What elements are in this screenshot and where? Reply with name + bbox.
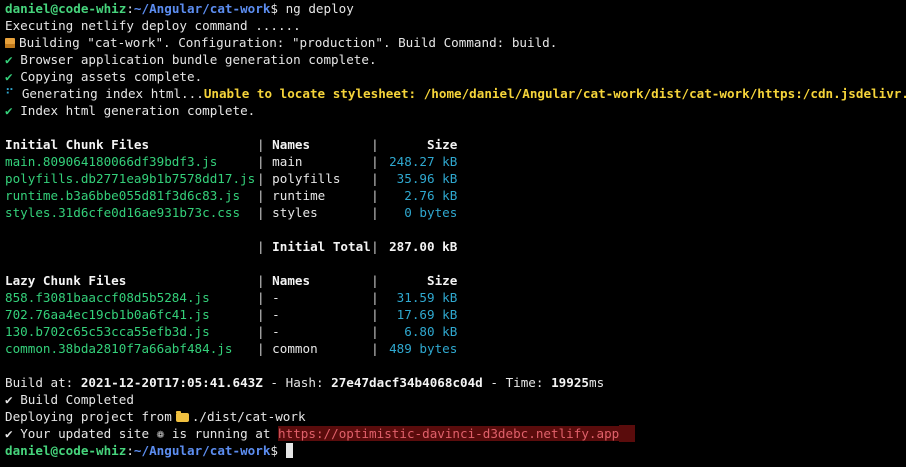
site-mid: is running at xyxy=(171,426,271,441)
prompt-symbol: $ xyxy=(270,443,278,458)
deploying-prefix: Deploying project from xyxy=(5,409,172,424)
initial-total-row: | Initial Total| 287.00 kB xyxy=(257,239,458,254)
table-row: polyfills.db2771ea9b1b7578dd17.js | polyf… xyxy=(5,171,458,186)
chunk-name: runtime xyxy=(272,188,326,203)
chunk-name: - xyxy=(272,290,280,305)
check-icon: ✔ xyxy=(5,69,13,84)
check-icon: ✔ xyxy=(5,52,13,67)
log-assets-text: Copying assets complete. xyxy=(20,69,203,84)
text-cursor xyxy=(285,443,293,458)
log-bundle-text: Browser application bundle generation co… xyxy=(20,52,377,67)
site-url-link[interactable]: https://optimistic-davinci-d3debc.netlif… xyxy=(278,426,620,441)
prompt-user-host: daniel@code-whiz xyxy=(5,1,127,16)
chunk-size: 35.96 kB xyxy=(396,171,458,186)
time-value: 19925 xyxy=(551,375,589,390)
chunk-size: 17.69 kB xyxy=(396,307,458,322)
table-row: common.38bda2810f7a66abf484.js | common | … xyxy=(5,341,458,356)
build-info-line: Build at: 2021-12-20T17:05:41.643Z - Has… xyxy=(5,375,605,390)
hash-label: Hash: xyxy=(285,375,324,390)
chunk-file: runtime.b3a6bbe055d81f3d6c83.js xyxy=(5,188,241,203)
prompt-user-host: daniel@code-whiz xyxy=(5,443,127,458)
header-names: Names xyxy=(272,137,311,152)
table-row: styles.31d6cfe0d16ae931b73c.css | styles |… xyxy=(5,205,458,220)
log-index-text: Index html generation complete. xyxy=(20,103,256,118)
table-row: 702.76aa4ec19cb1b0a6fc41.js | - | 17.69 kB xyxy=(5,307,458,322)
log-assets: ✔ Copying assets complete. xyxy=(5,68,906,85)
prompt-path: ~/Angular/cat-work xyxy=(133,1,271,16)
warning-text: Unable to locate stylesheet: /home/danie… xyxy=(203,86,906,101)
table-row: 130.b702c65c53cca55efb3d.js | - | 6.80 kB xyxy=(5,324,458,339)
chunk-name: styles xyxy=(272,205,318,220)
chunk-name: polyfills xyxy=(272,171,341,186)
chunk-file: common.38bda2810f7a66abf484.js xyxy=(5,341,233,356)
spinner-icon: ⠋ xyxy=(5,86,15,101)
table-row: main.809064180066df39bdf3.js | main | 248.… xyxy=(5,154,458,169)
build-at-value: 2021-12-20T17:05:41.643Z xyxy=(80,375,263,390)
initial-total-label: Initial Total xyxy=(272,239,371,254)
package-icon xyxy=(5,38,15,48)
check-icon: ✔ xyxy=(5,426,13,441)
chunk-file: polyfills.db2771ea9b1b7578dd17.js xyxy=(5,171,256,186)
prompt-symbol: $ xyxy=(270,1,278,16)
log-generating-text: Generating index html... xyxy=(21,86,204,101)
chunk-file: 858.f3081baaccf08d5b5284.js xyxy=(5,290,210,305)
command-text: ng deploy xyxy=(285,1,354,16)
chunk-size: 31.59 kB xyxy=(396,290,458,305)
initial-total-value: 287.00 kB xyxy=(389,239,458,254)
log-executing: Executing netlify deploy command ...... xyxy=(5,18,301,33)
chunk-size: 6.80 kB xyxy=(404,324,458,339)
site-line: ✔ Your updated site ❁ is running at http… xyxy=(5,425,906,442)
prompt-path: ~/Angular/cat-work xyxy=(133,443,271,458)
chunk-file: main.809064180066df39bdf3.js xyxy=(5,154,218,169)
final-prompt-line[interactable]: daniel@code-whiz:~/Angular/cat-work$ xyxy=(5,442,906,459)
chunk-name: - xyxy=(272,307,280,322)
header-names: Names xyxy=(272,273,311,288)
build-completed: ✔ Build Completed xyxy=(5,391,906,408)
header-files: Lazy Chunk Files xyxy=(5,273,127,288)
time-unit: ms xyxy=(589,375,605,390)
terminal-window[interactable]: daniel@code-whiz:~/Angular/cat-work$ ng … xyxy=(5,0,906,467)
log-building: Building "cat-work". Configuration: "pro… xyxy=(5,34,906,51)
deploying-path: ./dist/cat-work xyxy=(191,409,306,424)
log-bundle: ✔ Browser application bundle generation … xyxy=(5,51,906,68)
check-icon: ✔ xyxy=(5,392,13,407)
time-label: Time: xyxy=(505,375,544,390)
chunk-name: - xyxy=(272,324,280,339)
site-prefix: Your updated site xyxy=(20,426,150,441)
chunk-name: main xyxy=(272,154,303,169)
chunk-file: 130.b702c65c53cca55efb3d.js xyxy=(5,324,210,339)
header-files: Initial Chunk Files xyxy=(5,137,150,152)
lazy-table-header: Lazy Chunk Files | Names | Size xyxy=(5,273,458,288)
header-size: Size xyxy=(427,273,458,288)
chunk-size: 2.76 kB xyxy=(404,188,458,203)
log-index-complete: ✔ Index html generation complete. xyxy=(5,102,906,119)
chunk-size: 489 bytes xyxy=(389,341,458,356)
chunk-name: common xyxy=(272,341,318,356)
table-row: runtime.b3a6bbe055d81f3d6c83.js | runtime… xyxy=(5,188,458,203)
log-building-text: Building "cat-work". Configuration: "pro… xyxy=(19,35,558,50)
chunk-file: styles.31d6cfe0d16ae931b73c.css xyxy=(5,205,241,220)
chunk-size: 248.27 kB xyxy=(389,154,458,169)
build-at-label: Build at: xyxy=(5,375,74,390)
hash-value: 27e47dacf34b4068c04d xyxy=(331,375,483,390)
table-row: 858.f3081baaccf08d5b5284.js | - | 31.59 kB xyxy=(5,290,458,305)
check-icon: ✔ xyxy=(5,103,13,118)
log-generating: ⠋ Generating index html...Unable to loca… xyxy=(5,85,906,102)
command-line: daniel@code-whiz:~/Angular/cat-work$ ng … xyxy=(5,1,354,16)
build-completed-text: Build Completed xyxy=(20,392,134,407)
chunk-size: 0 bytes xyxy=(404,205,458,220)
chunk-file: 702.76aa4ec19cb1b0a6fc41.js xyxy=(5,307,210,322)
deploying-line: Deploying project from ./dist/cat-work xyxy=(5,408,906,425)
folder-icon xyxy=(175,411,189,422)
header-size: Size xyxy=(427,137,458,152)
initial-table-header: Initial Chunk Files | Names | Size xyxy=(5,137,458,152)
